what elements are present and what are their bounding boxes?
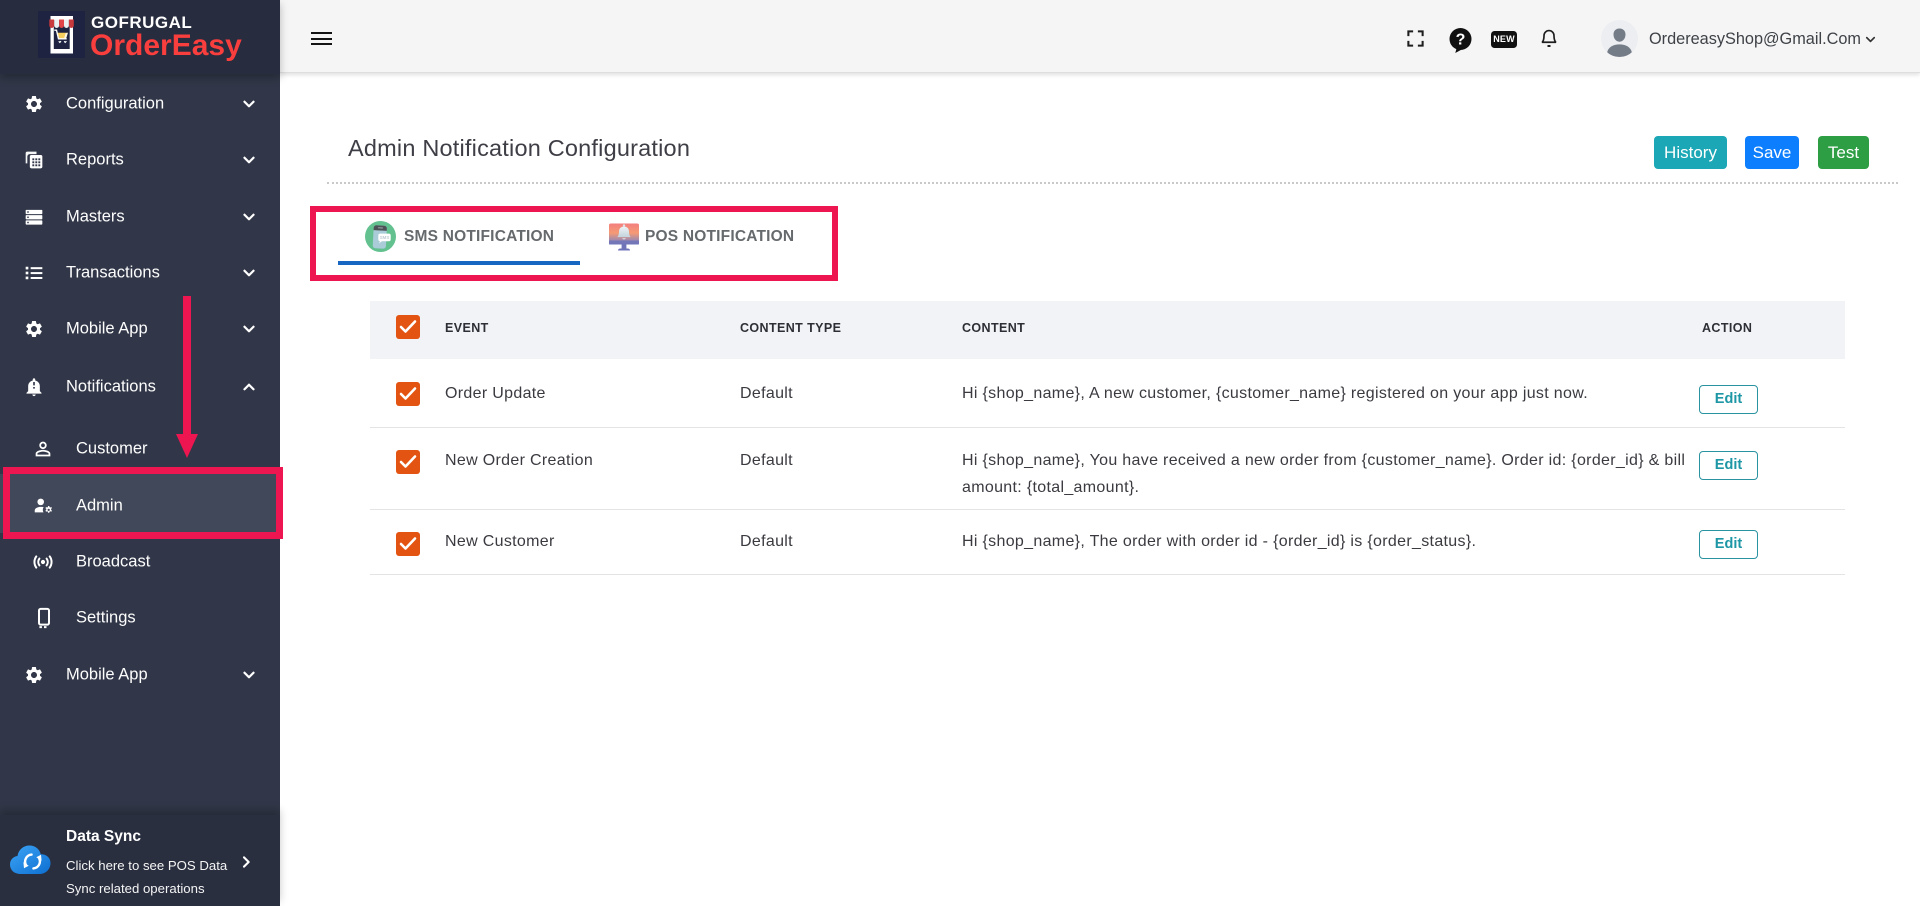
svg-text:?: ? (1456, 32, 1466, 49)
